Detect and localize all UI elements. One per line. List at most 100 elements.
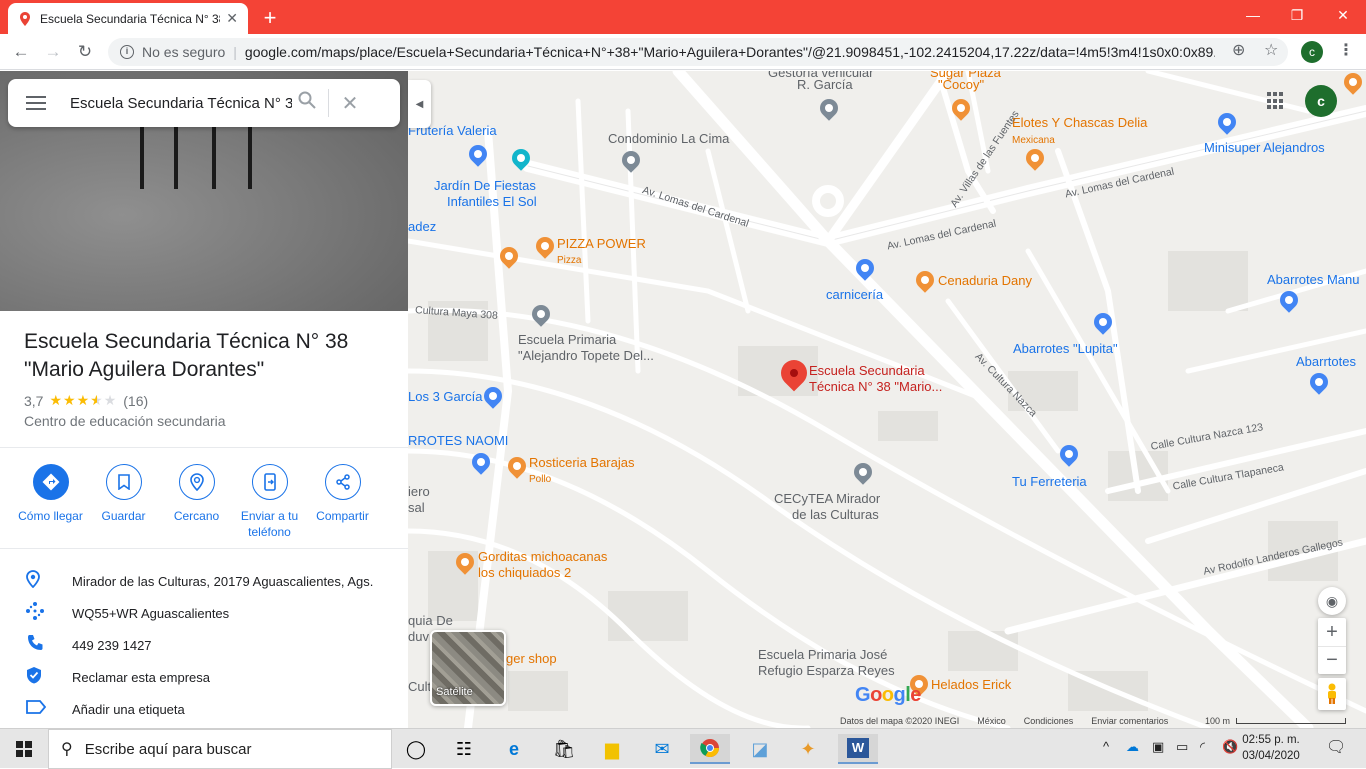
poi-label[interactable]: Escuela Primaria José — [758, 647, 887, 663]
back-button[interactable]: ← — [8, 40, 34, 64]
poi-label[interactable]: CECyTEA Mirador — [774, 491, 880, 507]
info-icon[interactable]: i — [120, 45, 134, 59]
share-button[interactable]: Compartir — [306, 464, 379, 540]
minimize-button[interactable]: — — [1230, 0, 1276, 30]
poi-label[interactable]: R. García — [797, 77, 853, 93]
zoom-in-button[interactable]: + — [1318, 619, 1346, 647]
save-button[interactable]: Guardar — [87, 464, 160, 540]
tab-close-icon[interactable]: ✕ — [226, 10, 238, 27]
poi-label[interactable]: Cenaduria Dany — [938, 273, 1032, 289]
add-label-row[interactable]: Añadir una etiqueta — [0, 693, 408, 725]
browser-profile-avatar[interactable]: c — [1301, 41, 1323, 63]
search-icon[interactable] — [292, 91, 322, 115]
account-avatar[interactable]: c — [1305, 85, 1337, 117]
task-view-icon[interactable]: ☷ — [444, 734, 484, 764]
taskbar-search[interactable]: ⚲ Escribe aquí para buscar — [48, 729, 392, 769]
poi-label[interactable]: Los 3 García — [408, 389, 482, 405]
feedback-link[interactable]: Enviar comentarios — [1091, 716, 1168, 728]
map-canvas[interactable]: Gestoría vehicular R. García Sugar Plaza… — [408, 71, 1366, 728]
battery-icon[interactable]: ▭ — [1176, 739, 1188, 755]
poi-label[interactable]: "Alejandro Topete Del... — [518, 348, 654, 364]
place-title: Escuela Secundaria Técnica N° 38 "Mario … — [24, 330, 349, 381]
address-bar[interactable]: i No es seguro | google.com/maps/place/E… — [108, 38, 1288, 66]
poi-label[interactable]: RROTES NAOMI — [408, 433, 508, 449]
poi-label[interactable]: ger shop — [506, 651, 557, 667]
file-explorer-icon[interactable]: ▆ — [592, 734, 632, 764]
word-icon[interactable]: W — [838, 734, 878, 764]
mail-icon[interactable]: ✉ — [642, 734, 682, 764]
poi-label[interactable]: Rosticeria Barajas — [529, 455, 635, 471]
new-tab-button[interactable]: + — [258, 5, 282, 31]
wifi-icon[interactable]: ◜ — [1200, 739, 1205, 755]
nearby-button[interactable]: Cercano — [160, 464, 233, 540]
clock[interactable]: 02:55 p. m. 03/04/2020 — [1236, 732, 1306, 764]
poi-label[interactable]: Tu Ferreteria — [1012, 474, 1087, 490]
poi-label[interactable]: PIZZA POWER — [557, 236, 646, 252]
start-button[interactable] — [0, 729, 48, 769]
my-location-button[interactable]: ◉ — [1318, 587, 1346, 615]
review-count[interactable]: (16) — [123, 393, 148, 409]
poi-label[interactable]: adez — [408, 219, 436, 235]
chrome-icon[interactable] — [690, 734, 730, 764]
menu-icon[interactable] — [26, 92, 46, 114]
phone-row[interactable]: 449 239 1427 — [0, 629, 408, 661]
browser-menu-icon[interactable]: ⋮ — [1338, 40, 1354, 60]
app-icon[interactable]: ✦ — [788, 734, 828, 764]
paint-icon[interactable]: ◪ — [740, 734, 780, 764]
send-to-phone-button[interactable]: Enviar a tu teléfono — [233, 464, 306, 540]
collapse-panel-button[interactable]: ◀ — [408, 80, 431, 128]
street-view-pegman-button[interactable] — [1318, 678, 1346, 710]
poi-label[interactable]: de las Culturas — [792, 507, 879, 523]
store-icon[interactable]: 🛍 — [544, 734, 584, 764]
poi-label[interactable]: Helados Erick — [931, 677, 1011, 693]
forward-button[interactable]: → — [40, 40, 66, 64]
terms-link[interactable]: Condiciones — [1024, 716, 1074, 728]
reload-button[interactable]: ↻ — [72, 40, 98, 64]
place-category[interactable]: Centro de educación secundaria — [24, 413, 226, 429]
selected-place-label[interactable]: Escuela Secundaria Técnica N° 38 "Mario.… — [809, 363, 959, 395]
close-window-button[interactable]: ✕ — [1320, 0, 1366, 30]
restore-button[interactable]: ❐ — [1274, 0, 1320, 30]
poi-label[interactable]: carnicería — [826, 287, 883, 303]
tray-app-icon[interactable]: ▣ — [1152, 739, 1164, 755]
poi-label[interactable]: Minisuper Alejandros — [1204, 140, 1325, 156]
poi-label[interactable]: quia De — [408, 613, 453, 629]
poi-label[interactable]: Escuela Primaria — [518, 332, 616, 348]
directions-button[interactable]: Cómo llegar — [14, 464, 87, 540]
address-row[interactable]: Mirador de las Culturas, 20179 Aguascali… — [0, 565, 408, 597]
poi-label[interactable]: Gorditas michoacanas — [478, 549, 607, 565]
bookmark-star-icon[interactable]: ☆ — [1264, 40, 1278, 60]
claim-business-row[interactable]: Reclamar esta empresa — [0, 661, 408, 693]
poi-label[interactable]: Abarrotes Manu — [1267, 272, 1360, 288]
satellite-layer-toggle[interactable]: Satélite — [430, 630, 506, 706]
url-text[interactable]: google.com/maps/place/Escuela+Secundaria… — [245, 44, 1215, 60]
poi-label[interactable]: Infantiles El Sol — [447, 194, 537, 210]
notifications-icon[interactable]: 🗨 — [1326, 737, 1346, 757]
poi-label[interactable]: sal — [408, 500, 425, 516]
zoom-out-button[interactable]: − — [1318, 647, 1346, 674]
poi-label[interactable]: Jardín De Fiestas — [434, 178, 536, 194]
country-link[interactable]: México — [977, 716, 1006, 728]
poi-label[interactable]: Refugio Esparza Reyes — [758, 663, 895, 679]
poi-label[interactable]: Elotes Y Chascas Delia — [1012, 115, 1147, 131]
map-scale[interactable]: 100 m — [1205, 716, 1347, 726]
cortana-icon[interactable]: ◯ — [396, 734, 436, 764]
poi-label[interactable]: iero — [408, 484, 430, 500]
poi-label[interactable]: Abarrotes "Lupita" — [1013, 341, 1118, 357]
google-apps-icon[interactable] — [1267, 92, 1285, 110]
edge-icon[interactable]: e — [494, 734, 534, 764]
poi-label[interactable]: Cult — [408, 679, 431, 695]
poi-label[interactable]: "Cocoy" — [938, 77, 984, 93]
poi-label[interactable]: duv — [408, 629, 429, 645]
poi-label[interactable]: los chiquiados 2 — [478, 565, 571, 581]
rating-row[interactable]: 3,7 ★★★★★ (16) — [24, 392, 148, 409]
plus-code-row[interactable]: WQ55+WR Aguascalientes — [0, 597, 408, 629]
browser-tab[interactable]: Escuela Secundaria Técnica N° 38 ✕ — [8, 3, 248, 34]
tray-chevron-icon[interactable]: ^ — [1103, 739, 1109, 754]
poi-label[interactable]: Condominio La Cima — [608, 131, 729, 147]
zoom-icon[interactable]: ⊕ — [1232, 40, 1245, 60]
clear-search-icon[interactable]: ✕ — [335, 91, 365, 116]
search-input[interactable] — [70, 94, 292, 112]
poi-label[interactable]: Abarrtotes — [1296, 354, 1356, 370]
onedrive-icon[interactable]: ☁ — [1126, 739, 1139, 755]
